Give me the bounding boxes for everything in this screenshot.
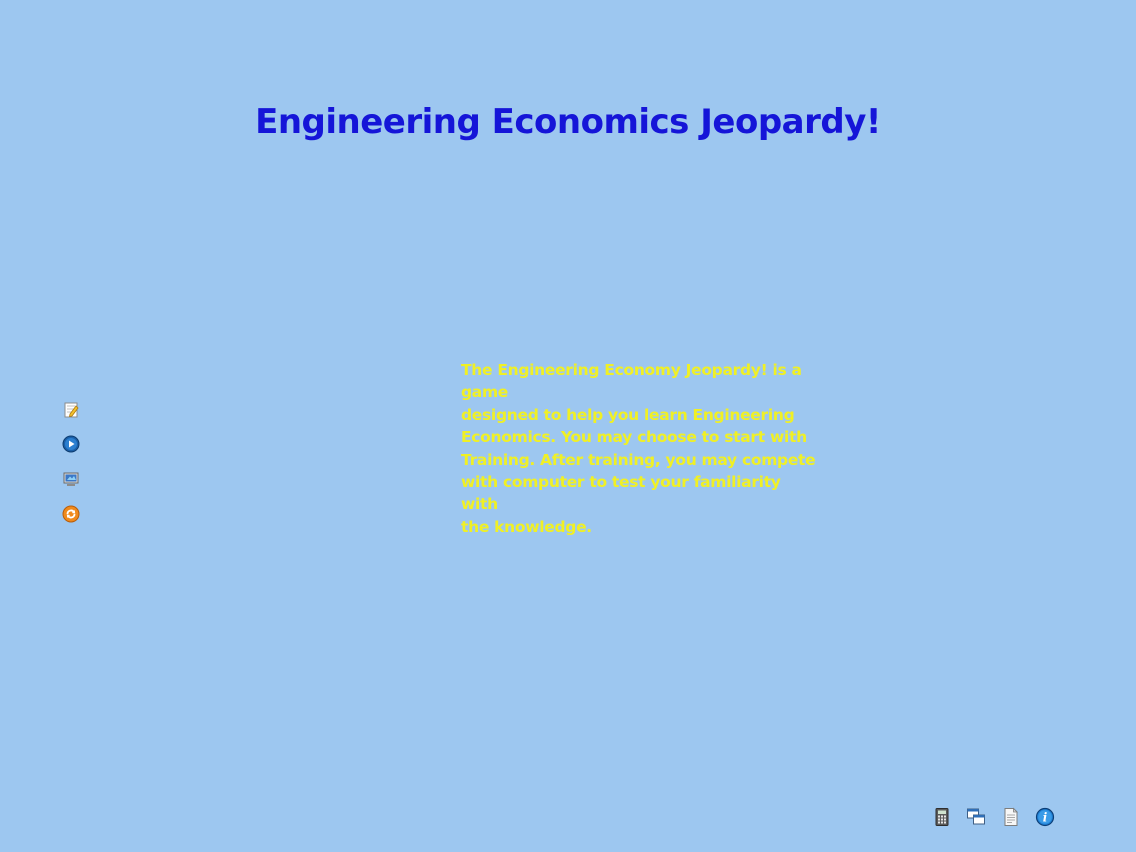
- intro-text: The Engineering Economy Jeopardy! is a g…: [461, 359, 817, 538]
- notepad-pencil-icon[interactable]: [62, 401, 80, 419]
- intro-line: Economics. You may choose to start with: [461, 428, 807, 447]
- app-background: Engineering Economics Jeopardy! The Engi…: [0, 0, 1136, 852]
- document-icon[interactable]: [1001, 807, 1021, 827]
- intro-line: the knowledge.: [461, 517, 592, 536]
- refresh-icon[interactable]: [62, 505, 80, 523]
- info-icon[interactable]: i: [1035, 807, 1055, 827]
- computer-screen-icon[interactable]: [62, 470, 80, 488]
- svg-text:i: i: [1043, 811, 1048, 825]
- intro-line: The Engineering Economy Jeopardy! is a g…: [461, 361, 802, 402]
- intro-line: Training. After training, you may compet…: [461, 450, 816, 469]
- calculator-icon[interactable]: [932, 807, 952, 827]
- intro-line: with computer to test your familiarity w…: [461, 473, 781, 514]
- page-title: Engineering Economics Jeopardy!: [255, 102, 881, 142]
- play-icon[interactable]: [62, 435, 80, 453]
- intro-line: designed to help you learn Engineering: [461, 405, 795, 424]
- windows-icon[interactable]: [966, 807, 986, 827]
